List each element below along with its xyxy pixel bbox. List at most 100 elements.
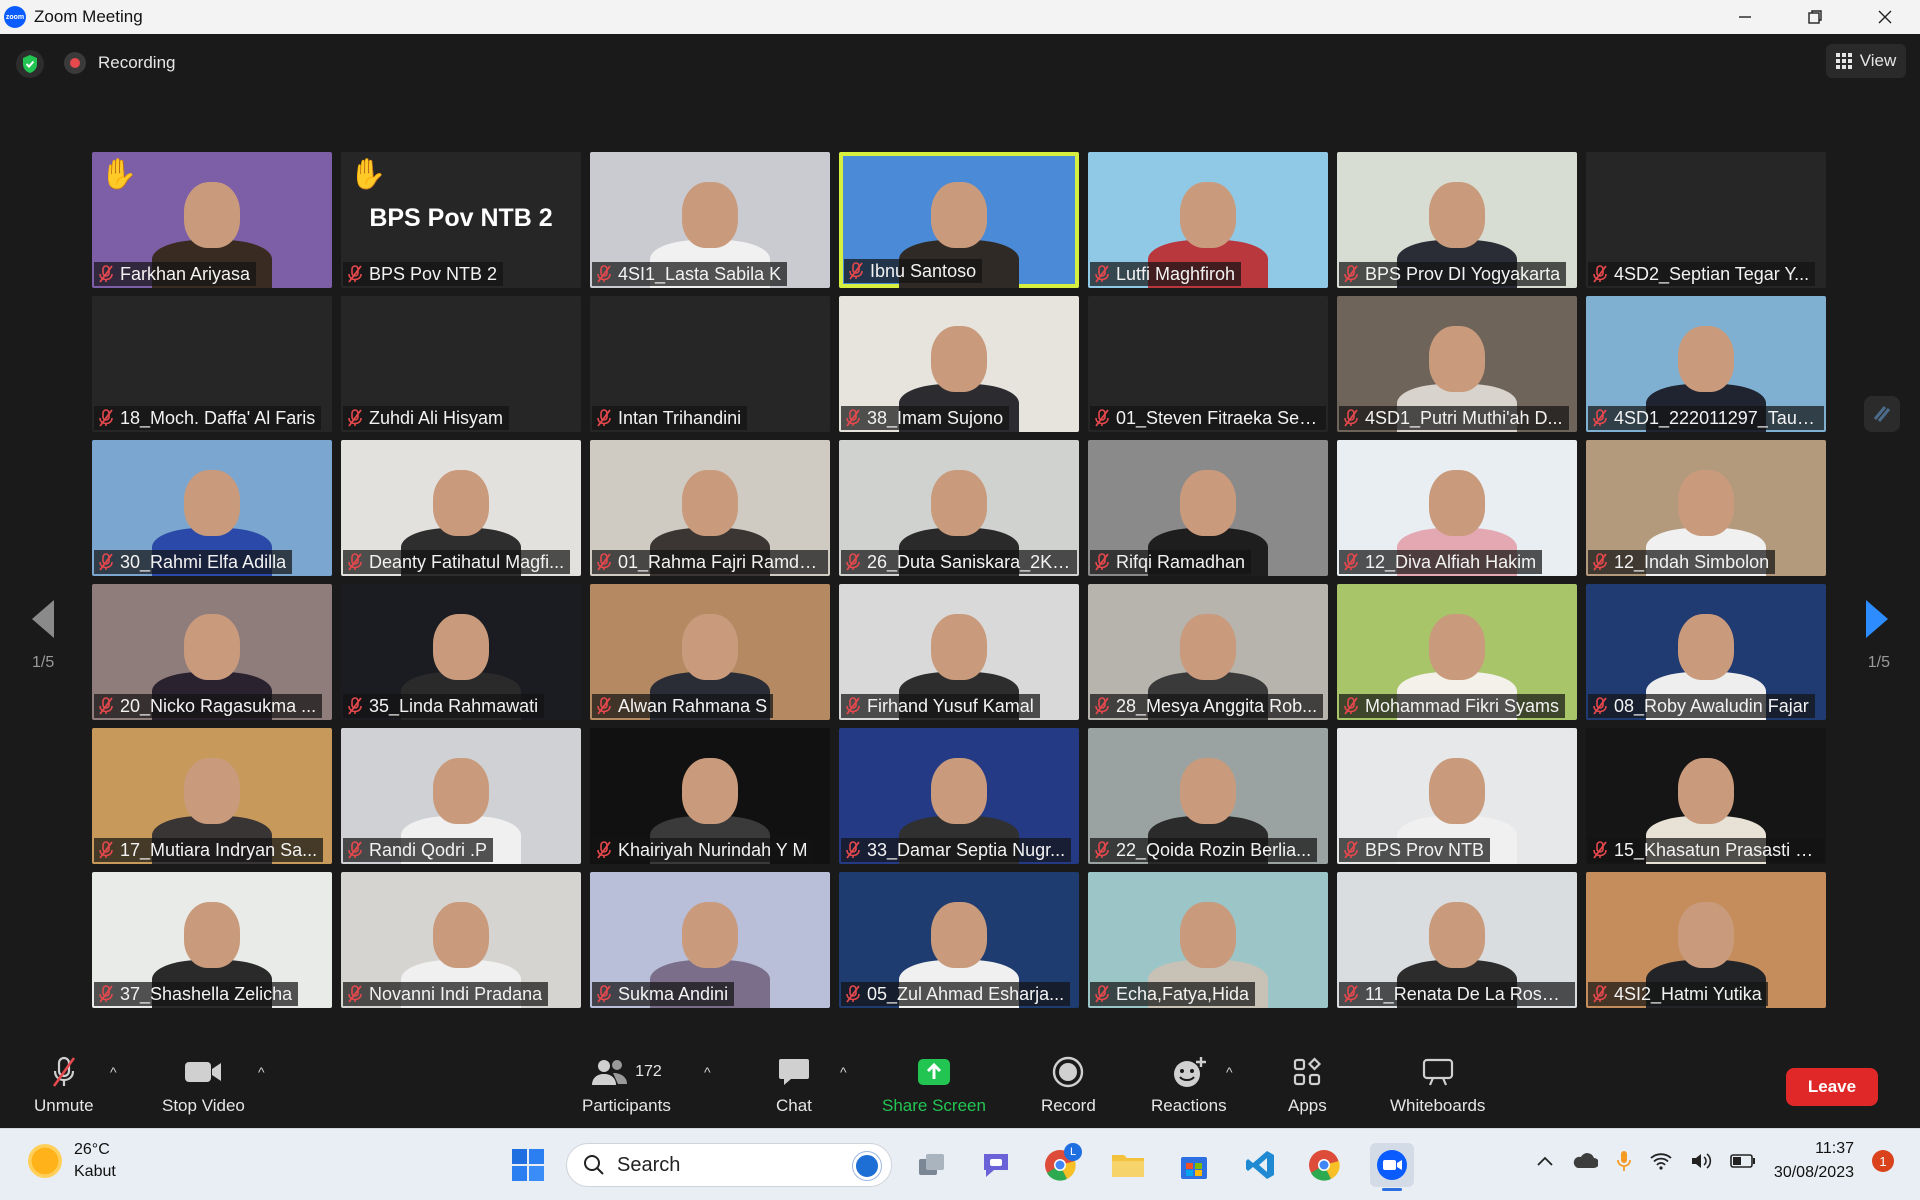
participants-button[interactable]: 172 Participants: [582, 1054, 671, 1116]
smiley-reaction-icon: [1171, 1054, 1207, 1090]
whiteboard-icon: [1421, 1054, 1455, 1090]
participant-tile[interactable]: 12_Indah Simbolon: [1586, 440, 1826, 576]
meeting-topbar: Recording View: [0, 34, 1920, 94]
participant-tile[interactable]: 35_Linda Rahmawati: [341, 584, 581, 720]
participant-tile[interactable]: Randi Qodri .P: [341, 728, 581, 864]
apps-grid-icon: [1292, 1054, 1322, 1090]
participant-tile[interactable]: 01_Rahma Fajri Ramdh...: [590, 440, 830, 576]
stop-video-button[interactable]: Stop Video: [162, 1054, 245, 1116]
wifi-icon[interactable]: [1650, 1152, 1672, 1170]
participant-tile[interactable]: Sukma Andini: [590, 872, 830, 1008]
participant-tile[interactable]: Echa,Fatya,Hida: [1088, 872, 1328, 1008]
participant-video-head: [931, 902, 987, 968]
participant-tile[interactable]: 4SD2_Septian Tegar Y...: [1586, 152, 1826, 288]
video-options-caret[interactable]: ^: [258, 1064, 265, 1080]
participant-tile[interactable]: 37_Shashella Zelicha: [92, 872, 332, 1008]
store-button[interactable]: [1172, 1143, 1216, 1187]
participant-tile[interactable]: 12_Diva Alfiah Hakim: [1337, 440, 1577, 576]
participant-tile[interactable]: 08_Roby Awaludin Fajar: [1586, 584, 1826, 720]
notification-badge[interactable]: 1: [1872, 1150, 1894, 1172]
chrome-button[interactable]: L: [1038, 1143, 1082, 1187]
bing-chat-icon[interactable]: [853, 1152, 881, 1180]
next-page-button[interactable]: [1856, 594, 1896, 644]
floating-app-icon[interactable]: [1864, 396, 1900, 432]
chat-button[interactable]: Chat: [776, 1054, 812, 1116]
leave-button[interactable]: Leave: [1786, 1068, 1878, 1106]
participants-options-caret[interactable]: ^: [704, 1064, 711, 1080]
raised-hand-icon: ✋: [349, 158, 387, 191]
zoom-taskbar-button[interactable]: [1370, 1143, 1414, 1191]
reactions-options-caret[interactable]: ^: [1226, 1064, 1233, 1080]
participant-tile[interactable]: 20_Nicko Ragasukma ...: [92, 584, 332, 720]
taskbar-search-box[interactable]: Search: [566, 1143, 892, 1187]
participant-tile[interactable]: 01_Steven Fitraeka Seti...: [1088, 296, 1328, 432]
participant-tile[interactable]: 15_Khasatun Prasasti S...: [1586, 728, 1826, 864]
participant-tile[interactable]: Khairiyah Nurindah Y M: [590, 728, 830, 864]
participant-tile[interactable]: Lutfi Maghfiroh: [1088, 152, 1328, 288]
apps-button[interactable]: Apps: [1288, 1054, 1327, 1116]
participant-tile[interactable]: 4SD1_Putri Muthi'ah D...: [1337, 296, 1577, 432]
participant-tile[interactable]: 22_Qoida Rozin Berlia...: [1088, 728, 1328, 864]
share-screen-button[interactable]: Share Screen: [882, 1054, 986, 1116]
restore-button[interactable]: [1780, 0, 1850, 34]
previous-page-button[interactable]: [24, 594, 64, 644]
chevron-up-icon[interactable]: [1536, 1155, 1554, 1167]
vscode-button[interactable]: [1238, 1143, 1282, 1187]
microphone-in-use-icon[interactable]: [1616, 1149, 1632, 1173]
speaker-volume-icon[interactable]: [1690, 1151, 1712, 1171]
recording-indicator[interactable]: Recording: [64, 52, 176, 74]
file-explorer-button[interactable]: [1106, 1143, 1150, 1187]
chat-options-caret[interactable]: ^: [840, 1064, 847, 1080]
muted-mic-icon: [348, 265, 362, 283]
task-view-button[interactable]: [910, 1143, 954, 1187]
participant-tile[interactable]: Intan Trihandini: [590, 296, 830, 432]
participant-tile[interactable]: 28_Mesya Anggita Rob...: [1088, 584, 1328, 720]
participant-namebar: 12_Indah Simbolon: [1588, 550, 1776, 574]
participant-tile[interactable]: 33_Damar Septia Nugr...: [839, 728, 1079, 864]
participant-video-head: [682, 758, 738, 824]
teams-chat-button[interactable]: [974, 1143, 1018, 1187]
participant-tile[interactable]: 18_Moch. Daffa' Al Faris: [92, 296, 332, 432]
participant-tile[interactable]: BPS Prov DI Yogyakarta: [1337, 152, 1577, 288]
battery-icon[interactable]: [1730, 1154, 1756, 1168]
participant-tile[interactable]: Deanty Fatihatul Magfi...: [341, 440, 581, 576]
unmute-button[interactable]: Unmute: [34, 1054, 94, 1116]
whiteboards-button[interactable]: Whiteboards: [1390, 1054, 1485, 1116]
participant-tile[interactable]: 4SI2_Hatmi Yutika: [1586, 872, 1826, 1008]
participant-tile[interactable]: ✋ Farkhan Ariyasa: [92, 152, 332, 288]
participant-tile[interactable]: 38_Imam Sujono: [839, 296, 1079, 432]
participant-tile[interactable]: 26_Duta Saniskara_2KS2: [839, 440, 1079, 576]
weather-widget[interactable]: 26°C Kabut: [28, 1139, 116, 1183]
close-button[interactable]: [1850, 0, 1920, 34]
participant-tile[interactable]: 4SI1_Lasta Sabila K: [590, 152, 830, 288]
participant-tile[interactable]: Mohammad Fikri Syams: [1337, 584, 1577, 720]
participant-tile[interactable]: 17_Mutiara Indryan Sa...: [92, 728, 332, 864]
minimize-button[interactable]: [1710, 0, 1780, 34]
participant-tile[interactable]: 4SD1_222011297_Taufi...: [1586, 296, 1826, 432]
audio-options-caret[interactable]: ^: [110, 1064, 117, 1080]
start-button[interactable]: [506, 1143, 550, 1187]
participant-tile[interactable]: Rifqi Ramadhan: [1088, 440, 1328, 576]
participant-namebar: Khairiyah Nurindah Y M: [592, 838, 814, 862]
participant-tile[interactable]: BPS Prov NTB: [1337, 728, 1577, 864]
reactions-button[interactable]: Reactions: [1151, 1054, 1227, 1116]
participant-name: 26_Duta Saniskara_2KS2: [867, 551, 1071, 572]
onedrive-cloud-icon[interactable]: [1572, 1152, 1598, 1170]
view-button[interactable]: View: [1826, 44, 1906, 78]
record-button[interactable]: Record: [1041, 1054, 1096, 1116]
participant-tile[interactable]: Ibnu Santoso: [839, 152, 1079, 288]
participant-tile[interactable]: Novanni Indi Pradana: [341, 872, 581, 1008]
stop-video-label: Stop Video: [162, 1096, 245, 1115]
participant-video-head: [1678, 758, 1734, 824]
participant-tile[interactable]: Zuhdi Ali Hisyam: [341, 296, 581, 432]
clock[interactable]: 11:37 30/08/2023: [1774, 1137, 1854, 1185]
participant-tile[interactable]: Firhand Yusuf Kamal: [839, 584, 1079, 720]
participant-tile[interactable]: 11_Renata De La Rosa ...: [1337, 872, 1577, 1008]
participant-tile[interactable]: Alwan Rahmana S: [590, 584, 830, 720]
muted-mic-icon: [1593, 409, 1607, 427]
chrome-second-button[interactable]: [1302, 1143, 1346, 1187]
security-shield-icon[interactable]: [16, 50, 44, 78]
participant-tile[interactable]: BPS Pov NTB 2 ✋ BPS Pov NTB 2: [341, 152, 581, 288]
participant-tile[interactable]: 05_Zul Ahmad Esharja...: [839, 872, 1079, 1008]
participant-tile[interactable]: 30_Rahmi Elfa Adilla: [92, 440, 332, 576]
